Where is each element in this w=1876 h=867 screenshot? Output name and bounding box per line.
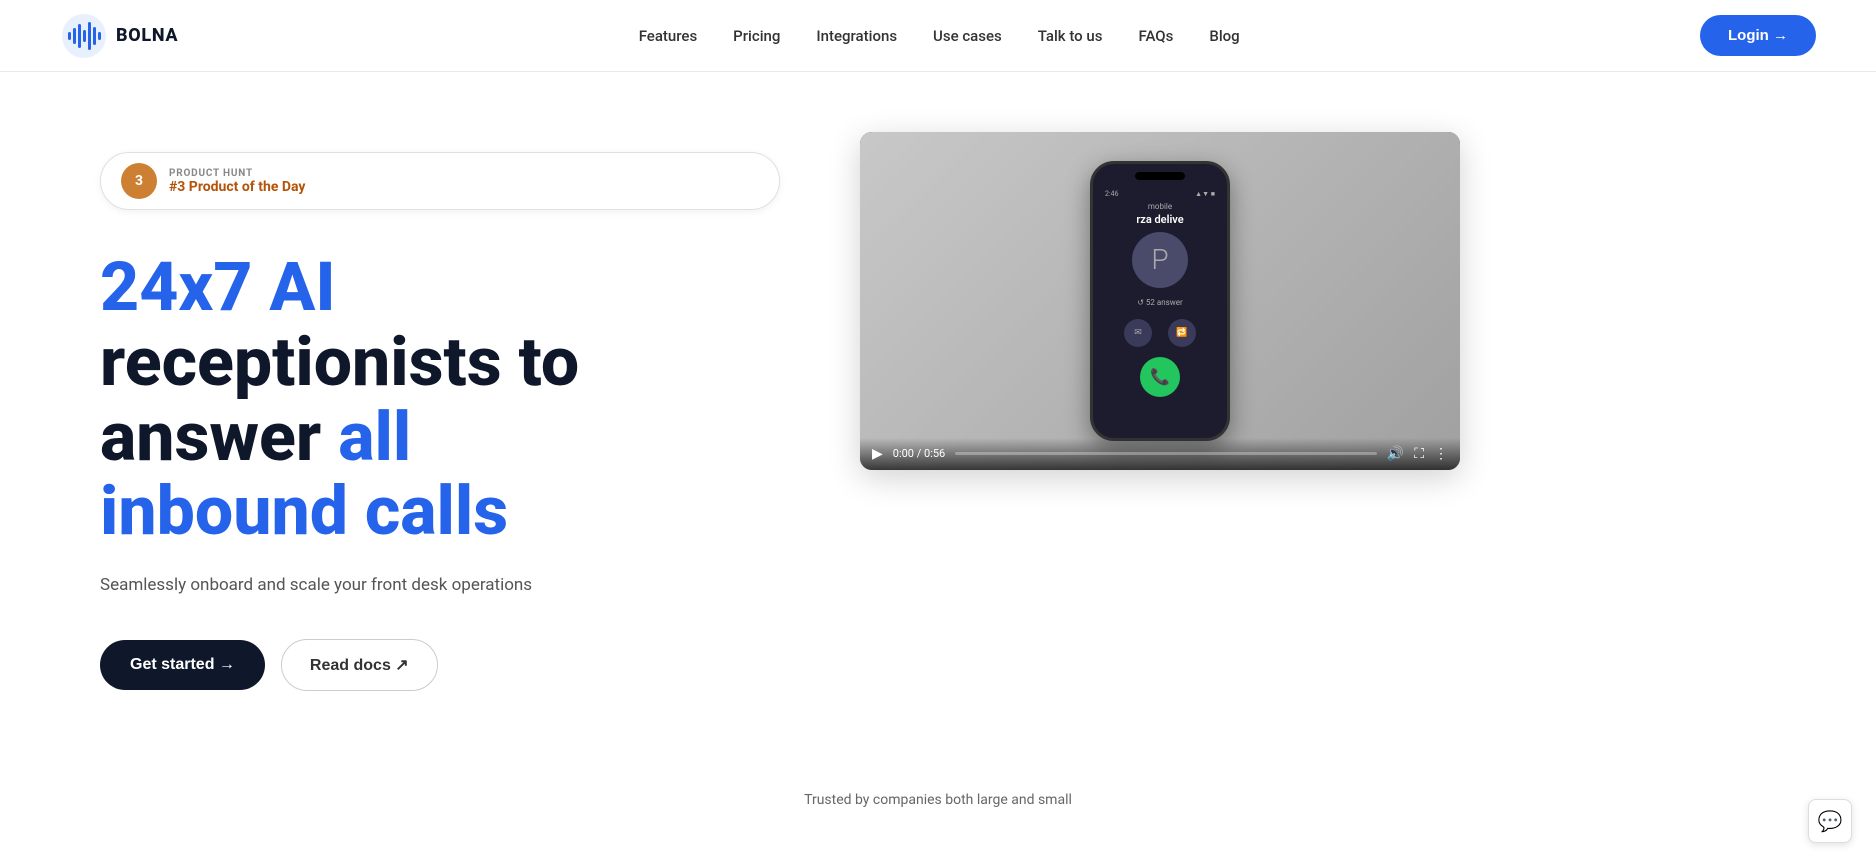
phone-timer: ↺ 52 answer [1137,298,1183,307]
hero-buttons: Get started → Read docs ↗ [100,639,780,691]
hero-left: 3 PRODUCT HUNT #3 Product of the Day 24x… [100,132,780,691]
ph-medal: 3 [121,163,157,199]
chat-icon: 💬 [1818,809,1843,833]
hero-right: 2:46 ▲▼ ■ mobile rza delive P ↺ 52 answe… [860,132,1460,470]
login-button[interactable]: Login → [1700,15,1816,56]
remind-icon: 🔁 [1176,328,1187,338]
hero-heading: 24x7 AI receptionists to answer all inbo… [100,250,780,549]
phone-answer-icon: 📞 [1150,367,1170,386]
nav-pricing[interactable]: Pricing [733,27,780,45]
video-controls-right: 🔊 ⛶ ⋮ [1387,446,1448,462]
product-hunt-badge: 3 PRODUCT HUNT #3 Product of the Day [100,152,780,210]
navbar: BOLNA Features Pricing Integrations Use … [0,0,1876,72]
hero-heading-line3-prefix: answer [100,397,338,477]
hero-heading-line4: inbound calls [100,471,508,551]
video-scene: 2:46 ▲▼ ■ mobile rza delive P ↺ 52 answe… [860,132,1460,470]
play-button[interactable]: ▶ [872,446,883,462]
hero-heading-line2: receptionists to [100,322,579,402]
video-time: 0:00 / 0:56 [893,447,945,460]
get-started-button[interactable]: Get started → [100,640,265,690]
phone-message-btn: ✉ [1124,319,1152,347]
phone-status-icons: ▲▼ ■ [1195,190,1215,198]
phone-answer-button: 📞 [1140,357,1180,397]
hero-section: 3 PRODUCT HUNT #3 Product of the Day 24x… [0,72,1876,772]
phone-caller-label: mobile [1148,202,1172,211]
phone-mockup: 2:46 ▲▼ ■ mobile rza delive P ↺ 52 answe… [1090,161,1230,441]
nav-talk-to-us[interactable]: Talk to us [1038,27,1103,45]
volume-icon[interactable]: 🔊 [1387,446,1404,462]
time-total: 0:56 [924,447,945,460]
phone-action-buttons: ✉ 🔁 [1124,319,1196,347]
hero-heading-all: all [338,397,411,477]
phone-notch [1135,172,1185,180]
bolna-logo-icon [60,12,108,60]
nav-faqs[interactable]: FAQs [1138,27,1173,45]
logo-link[interactable]: BOLNA [60,12,178,60]
fullscreen-icon[interactable]: ⛶ [1414,446,1424,462]
nav-use-cases[interactable]: Use cases [933,27,1002,45]
phone-caller-name: rza delive [1136,213,1183,226]
nav-links: Features Pricing Integrations Use cases … [639,26,1240,45]
hero-subheading: Seamlessly onboard and scale your front … [100,573,780,599]
ph-text: PRODUCT HUNT #3 Product of the Day [169,168,305,195]
nav-blog[interactable]: Blog [1209,27,1239,45]
phone-remind-btn: 🔁 [1168,319,1196,347]
trusted-section: Trusted by companies both large and smal… [0,772,1876,848]
phone-status-bar: 2:46 ▲▼ ■ [1105,190,1215,198]
read-docs-button[interactable]: Read docs ↗ [281,639,438,691]
time-separator: / [917,447,924,460]
trusted-text: Trusted by companies both large and smal… [0,792,1876,808]
chat-widget[interactable]: 💬 [1808,799,1852,843]
video-controls: ▶ 0:00 / 0:56 🔊 ⛶ ⋮ [860,438,1460,470]
phone-avatar-letter: P [1132,232,1188,288]
nav-features[interactable]: Features [639,27,697,45]
hero-heading-line1: 24x7 AI [100,247,336,327]
nav-integrations[interactable]: Integrations [816,27,897,45]
ph-label: PRODUCT HUNT [169,168,305,179]
phone-time: 2:46 [1105,190,1119,198]
message-icon: ✉ [1134,328,1142,338]
ph-title: #3 Product of the Day [169,179,305,195]
logo-text: BOLNA [116,25,178,46]
video-progress-bar[interactable] [955,452,1377,455]
video-player[interactable]: 2:46 ▲▼ ■ mobile rza delive P ↺ 52 answe… [860,132,1460,470]
time-current: 0:00 [893,447,914,460]
more-options-icon[interactable]: ⋮ [1434,446,1448,462]
